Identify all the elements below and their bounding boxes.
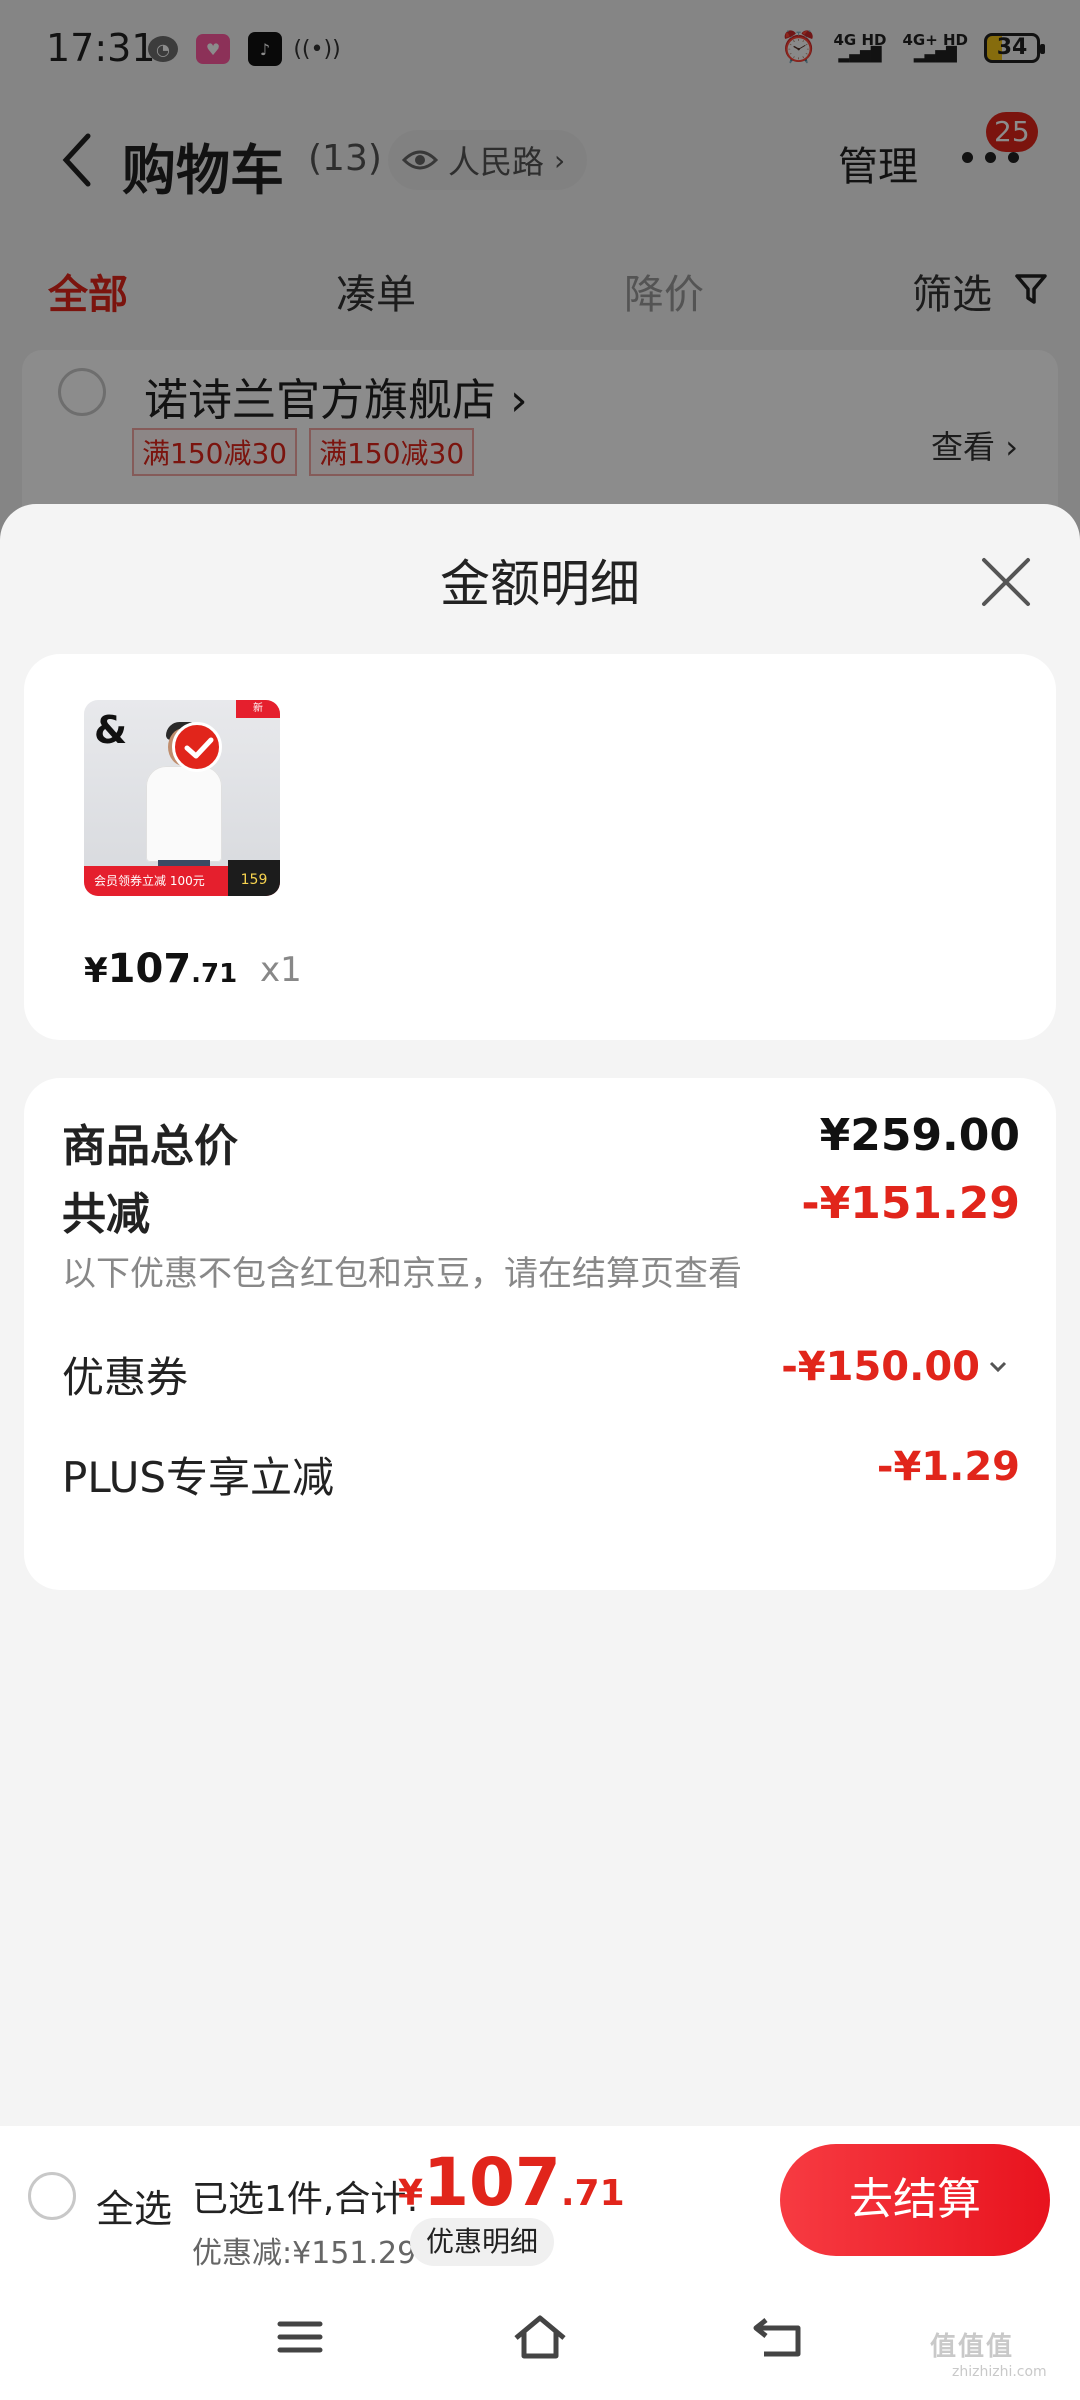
select-all-label[interactable]: 全选 <box>96 2178 172 2233</box>
system-nav-bar <box>0 2274 1080 2400</box>
watermark: 值值值 <box>930 2332 1015 2362</box>
product-card: & 新 会员领券立减 100元 159 ¥107.71 x1 <box>24 654 1056 1040</box>
product-image-shirt <box>146 766 222 862</box>
price-detail-sheet: 金额明细 & 新 会员领券立减 100元 159 ¥107.71 x1 商品总价… <box>0 504 1080 2400</box>
plus-value: -¥1.29 <box>876 1444 1020 1490</box>
plus-label: PLUS专享立减 <box>62 1453 335 1502</box>
checkout-bar: 全选 已选1件,合计: ¥107.71 优惠减:¥151.29 优惠明细 去结算 <box>0 2126 1080 2274</box>
selected-check-icon[interactable] <box>172 722 222 772</box>
checkout-button[interactable]: 去结算 <box>780 2144 1050 2256</box>
back-nav-icon[interactable] <box>750 2312 810 2362</box>
coupon-value[interactable]: -¥150.00 <box>781 1344 1008 1390</box>
selected-summary: 已选1件,合计: <box>192 2179 419 2220</box>
select-all-checkbox[interactable] <box>28 2172 76 2220</box>
sheet-title: 金额明细 <box>440 555 640 613</box>
coupon-label: 优惠券 <box>62 1353 189 1402</box>
brand-logo: & <box>94 708 128 752</box>
discount-text: 优惠减:¥151.29 <box>192 2236 417 2271</box>
total-price: ¥107.71 <box>398 2144 625 2221</box>
menu-icon[interactable] <box>270 2312 330 2362</box>
new-tag: 新 <box>236 700 280 718</box>
reduce-note: 以下优惠不包含红包和京豆，请在结算页查看 <box>62 1254 742 1294</box>
total-label: 商品总价 <box>62 1121 238 1172</box>
price-summary: 商品总价 ¥259.00 共减 -¥151.29 以下优惠不包含红包和京豆，请在… <box>24 1078 1056 1590</box>
discount-detail-button[interactable]: 优惠明细 <box>410 2218 555 2266</box>
home-icon[interactable] <box>510 2312 570 2362</box>
watermark-url: zhizhizhi.com <box>952 2364 1047 2380</box>
close-icon[interactable] <box>978 554 1034 610</box>
product-quantity: x1 <box>260 950 302 990</box>
product-price: ¥107.71 <box>84 946 238 992</box>
chevron-down-icon <box>989 1361 1007 1373</box>
reduce-label: 共减 <box>62 1189 150 1240</box>
total-value: ¥259.00 <box>819 1110 1020 1161</box>
reduce-value: -¥151.29 <box>801 1178 1020 1229</box>
thumb-price: 159 <box>228 860 280 896</box>
